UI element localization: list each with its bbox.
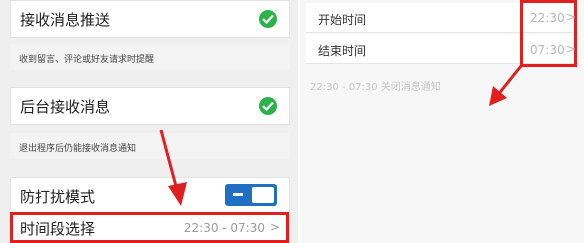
red-arrow-annotation xyxy=(159,129,187,206)
right-time-panel: 开始时间 结束时间 22:30 - 07:30 关闭消息通知 22:30 > 0… xyxy=(300,0,584,243)
dnd-title: 防打扰模式 xyxy=(20,188,96,206)
red-arrow-annotation xyxy=(489,65,523,106)
background-receive-caption-block: 退出程序后仍能接收消息通知 xyxy=(10,133,290,159)
check-icon[interactable] xyxy=(259,10,277,28)
background-receive-row[interactable]: 后台接收消息 xyxy=(10,87,290,125)
end-time-title: 结束时间 xyxy=(318,44,367,58)
receive-push-title: 接收消息推送 xyxy=(20,11,111,29)
dnd-toggle-switch[interactable] xyxy=(225,184,277,206)
chevron-right-icon: > xyxy=(566,10,577,24)
end-time-value[interactable]: 07:30 xyxy=(530,43,565,57)
highlight-box-time-range xyxy=(10,212,289,243)
start-time-value[interactable]: 22:30 xyxy=(530,11,565,25)
chevron-right-icon: > xyxy=(566,42,577,56)
receive-push-caption-block: 收到留言、评论或好友请求时提醒 xyxy=(10,44,290,70)
background-receive-caption: 退出程序后仍能接收消息通知 xyxy=(19,144,137,154)
dnd-row[interactable]: 防打扰模式 xyxy=(10,177,290,213)
background-receive-title: 后台接收消息 xyxy=(20,98,111,116)
receive-push-caption: 收到留言、评论或好友请求时提醒 xyxy=(19,55,155,65)
receive-push-row[interactable]: 接收消息推送 xyxy=(10,0,290,38)
quiet-hours-note: 22:30 - 07:30 关闭消息通知 xyxy=(310,82,441,93)
check-icon[interactable] xyxy=(259,97,277,115)
toggle-knob xyxy=(252,187,274,203)
toggle-bar-icon xyxy=(233,193,243,196)
left-settings-panel: 接收消息推送 收到留言、评论或好友请求时提醒 后台接收消息 退出程序后仍能接收消… xyxy=(0,0,298,243)
start-time-title: 开始时间 xyxy=(318,13,367,27)
